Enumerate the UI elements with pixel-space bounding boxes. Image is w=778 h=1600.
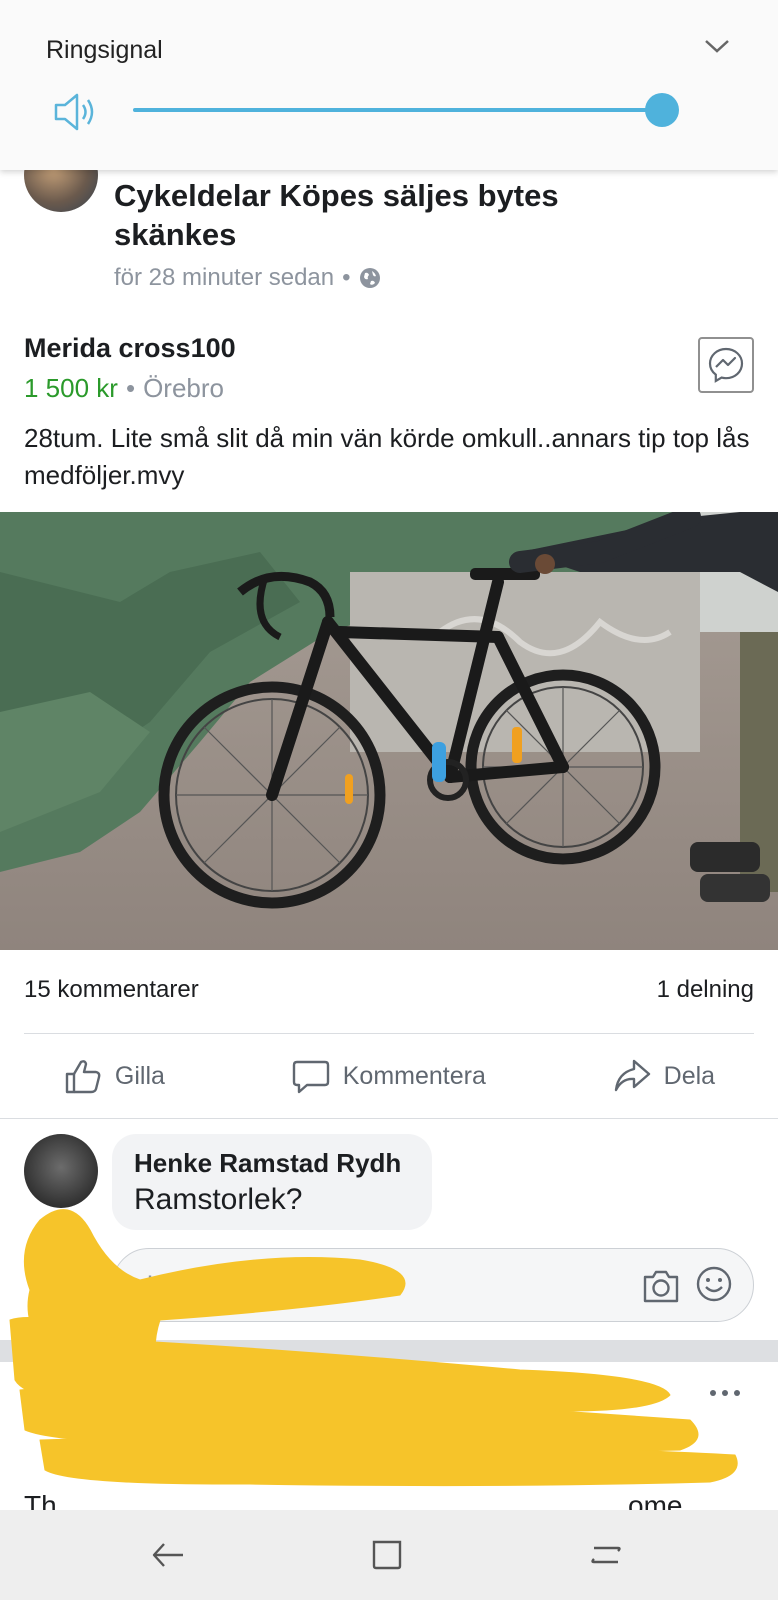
speaker-icon[interactable] bbox=[52, 88, 100, 136]
thumbs-up-icon bbox=[65, 1060, 101, 1094]
chevron-down-icon[interactable] bbox=[704, 36, 730, 56]
commenter-avatar[interactable] bbox=[24, 1134, 98, 1208]
comments-count[interactable]: 15 kommentarer bbox=[24, 976, 199, 1004]
comment-bubble[interactable]: Henke Ramstad Rydh Ramstorlek? bbox=[112, 1134, 432, 1230]
item-description: 28tum. Lite små slit då min vän körde om… bbox=[24, 423, 750, 490]
like-label: Gilla bbox=[114, 1061, 165, 1090]
back-icon[interactable] bbox=[150, 1538, 186, 1572]
volume-slider-track[interactable] bbox=[133, 108, 673, 112]
globe-icon bbox=[359, 268, 380, 288]
share-label: Dela bbox=[663, 1061, 716, 1090]
group-name[interactable]: Cykeldelar Köpes säljes bytes skänkes bbox=[114, 176, 674, 254]
post-time[interactable]: för 28 minuter sedan bbox=[114, 264, 334, 292]
section-divider bbox=[0, 1118, 778, 1119]
bicycle-photo bbox=[0, 512, 778, 950]
messenger-icon bbox=[708, 347, 744, 383]
meta-separator: • bbox=[342, 264, 351, 291]
share-arrow-icon bbox=[614, 1059, 650, 1092]
home-icon[interactable] bbox=[370, 1538, 404, 1572]
comment-text: Ramstorlek? bbox=[134, 1183, 303, 1216]
post-meta: för 28 minuter sedan • bbox=[114, 264, 381, 292]
volume-title: Ringsignal bbox=[46, 36, 163, 64]
share-button[interactable]: Dela bbox=[612, 1056, 715, 1096]
item-title: Merida cross100 bbox=[24, 333, 236, 363]
more-options-icon[interactable] bbox=[710, 1390, 746, 1400]
smiley-icon[interactable] bbox=[695, 1265, 733, 1303]
comment-label: Kommentera bbox=[342, 1061, 486, 1090]
item-price: 1 500 kr bbox=[24, 373, 118, 403]
comment-icon bbox=[292, 1060, 329, 1094]
camera-icon[interactable] bbox=[641, 1267, 681, 1305]
item-location: Örebro bbox=[143, 373, 224, 403]
write-comment-input[interactable]: kriv en kommentar ... bbox=[112, 1248, 754, 1322]
comment-author[interactable]: Henke Ramstad Rydh bbox=[134, 1148, 410, 1179]
android-navbar bbox=[0, 1510, 778, 1600]
volume-slider-thumb[interactable] bbox=[645, 93, 680, 127]
engagement-counts: 15 kommentarer 1 delning bbox=[24, 976, 754, 1004]
like-button[interactable]: Gilla bbox=[63, 1056, 165, 1096]
shares-count[interactable]: 1 delning bbox=[657, 976, 754, 1004]
volume-panel: Ringsignal bbox=[0, 0, 778, 170]
messenger-button[interactable] bbox=[698, 337, 754, 393]
write-comment-placeholder: kriv en kommentar ... bbox=[147, 1271, 400, 1301]
recent-apps-icon[interactable] bbox=[588, 1538, 624, 1572]
divider bbox=[24, 1033, 754, 1034]
item-photo[interactable] bbox=[0, 512, 778, 950]
action-bar: Gilla Kommentera Dela bbox=[0, 1052, 778, 1100]
feed-separator bbox=[0, 1340, 778, 1362]
item-separator: • bbox=[125, 373, 136, 403]
item-price-row: 1 500 kr • Örebro bbox=[24, 373, 224, 404]
comment-button[interactable]: Kommentera bbox=[291, 1056, 486, 1096]
